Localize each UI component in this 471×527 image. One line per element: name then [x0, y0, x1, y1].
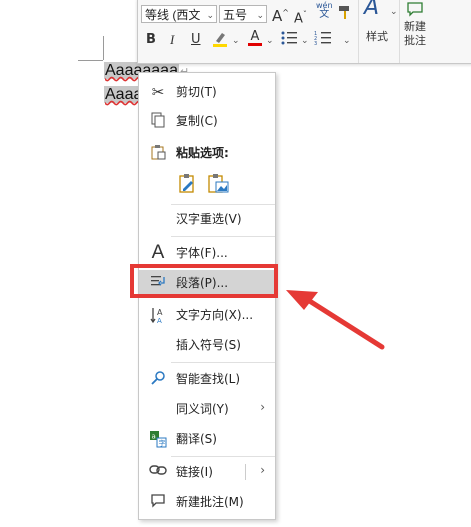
annotation-arrow — [286, 290, 385, 350]
